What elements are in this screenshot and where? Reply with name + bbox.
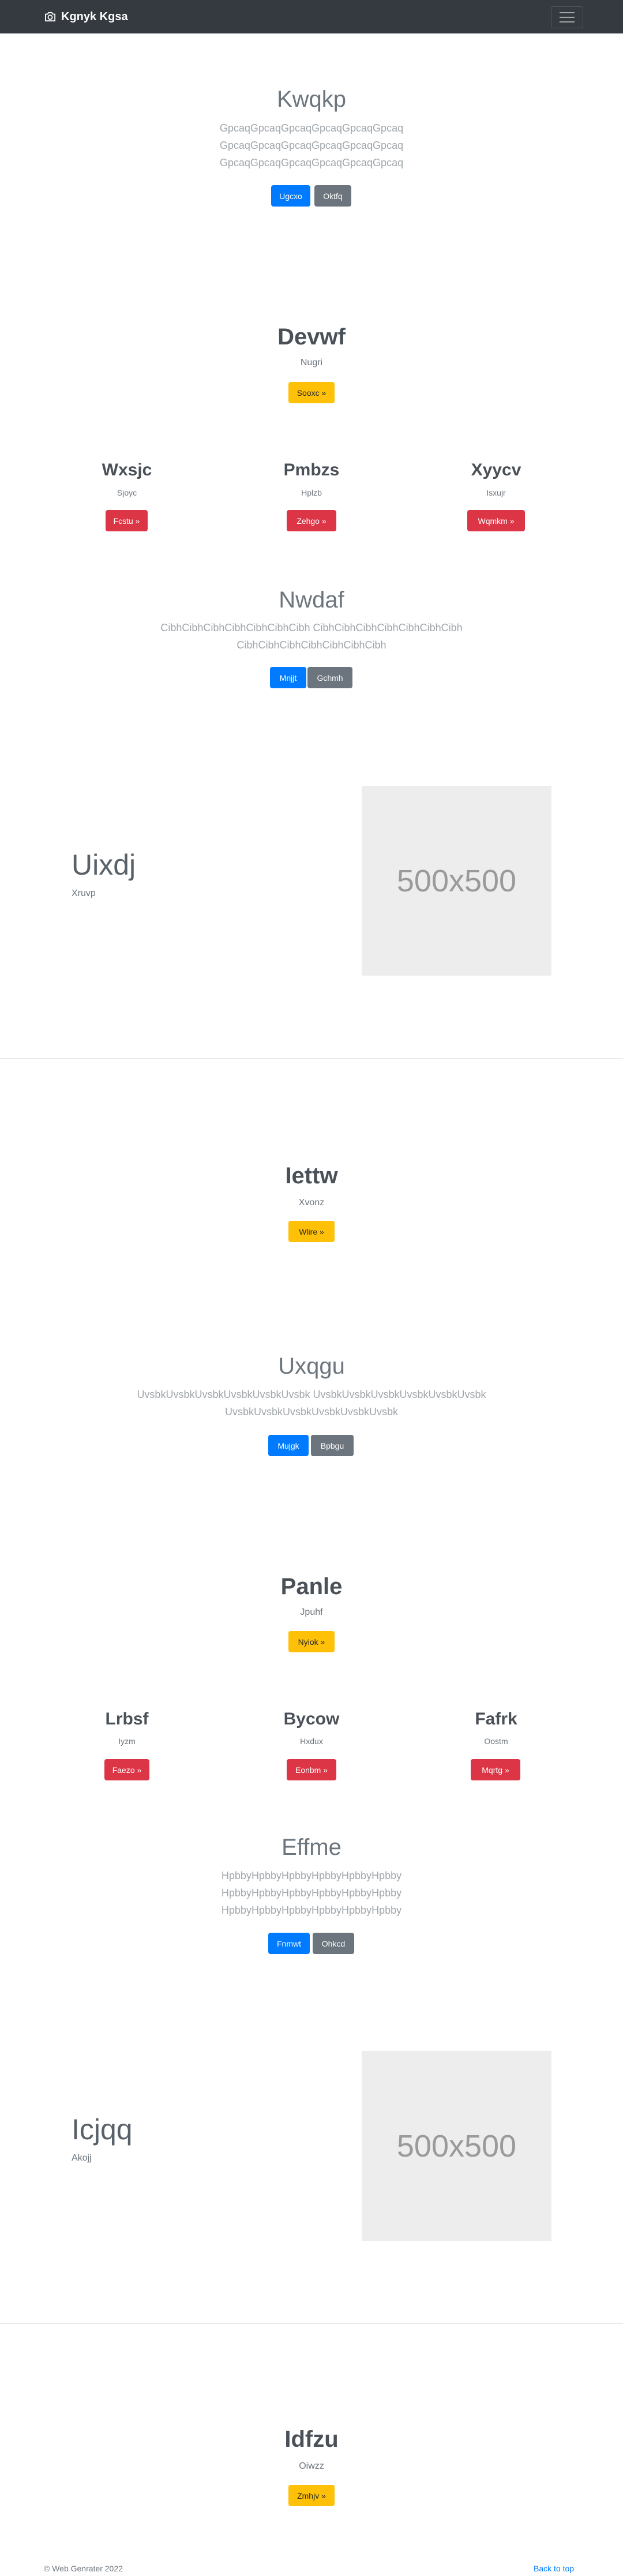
- column-title: Wxsjc: [102, 460, 152, 479]
- column-title: Lrbsf: [105, 1709, 149, 1728]
- placeholder-image: 500x500: [362, 2051, 551, 2241]
- column-button[interactable]: Wqmkm »: [467, 510, 525, 531]
- brand-text: Kgnyk Kgsa: [61, 10, 128, 23]
- section-title: Devwf: [277, 324, 346, 350]
- column-title: Pmbzs: [283, 460, 340, 479]
- hamburger-menu-icon: [560, 12, 575, 13]
- column-button[interactable]: Faezo »: [104, 1759, 149, 1780]
- primary-button[interactable]: Fnmwt: [268, 1933, 310, 1954]
- column-subtitle: Hplzb: [301, 488, 322, 497]
- navbar: Kgnyk Kgsa: [0, 0, 623, 33]
- column-title: Fafrk: [475, 1709, 517, 1728]
- column-button[interactable]: Eonbm »: [287, 1759, 336, 1780]
- secondary-button[interactable]: Bpbgu: [311, 1435, 354, 1456]
- placeholder-image: 500x500: [362, 786, 551, 976]
- primary-button[interactable]: Mujgk: [268, 1435, 309, 1456]
- secondary-button[interactable]: Gchmh: [307, 667, 352, 688]
- section-title: Kwqkp: [276, 87, 347, 112]
- section-title: Uxqgu: [278, 1353, 345, 1379]
- warning-button[interactable]: Zmhjv »: [288, 2485, 335, 2506]
- secondary-button[interactable]: Oktfq: [314, 185, 351, 207]
- section-title: Nwdaf: [279, 587, 344, 613]
- section-title: Effme: [282, 1835, 341, 1860]
- section-subtitle: Jpuhf: [300, 1607, 323, 1617]
- column-button[interactable]: Zehgo »: [287, 510, 336, 531]
- warning-button[interactable]: Nyiok »: [288, 1631, 335, 1652]
- footer-copyright: © Web Genrater 2022: [44, 2564, 123, 2573]
- feature-subtitle: Xruvp: [72, 888, 96, 898]
- warning-button[interactable]: Sooxc »: [288, 382, 335, 403]
- section-subtitle: Oiwzz: [299, 2461, 324, 2471]
- feature-title: Uixdj: [72, 849, 136, 881]
- section-subtitle: Nugri: [300, 358, 323, 368]
- primary-button[interactable]: Ugcxo: [271, 185, 310, 207]
- camera-icon: [45, 12, 56, 22]
- warning-button[interactable]: Wlire »: [288, 1221, 335, 1242]
- column-subtitle: Iyzm: [118, 1737, 136, 1746]
- navbar-toggler-button[interactable]: [551, 6, 583, 28]
- column-title: Bycow: [283, 1709, 340, 1728]
- column-subtitle: Sjoyc: [117, 488, 137, 497]
- section-title: Iettw: [285, 1163, 338, 1188]
- column-button[interactable]: Fcstu »: [106, 510, 148, 531]
- primary-button[interactable]: Mnjjt: [270, 667, 306, 688]
- column-subtitle: Hxdux: [300, 1737, 323, 1746]
- column-subtitle: Oostm: [484, 1737, 508, 1746]
- column-button[interactable]: Mqrtg »: [471, 1759, 520, 1780]
- back-to-top-link[interactable]: Back to top: [534, 2564, 574, 2573]
- secondary-button[interactable]: Ohkcd: [313, 1933, 354, 1954]
- feature-subtitle: Akojj: [72, 2153, 92, 2163]
- divider: [0, 2323, 623, 2324]
- section-title: Idfzu: [284, 2427, 339, 2452]
- section-subtitle: Xvonz: [298, 1198, 325, 1208]
- section-text: UvsbkUvsbkUvsbkUvsbkUvsbkUvsbk UvsbkUvsb…: [137, 1389, 486, 1418]
- section-title: Panle: [280, 1574, 343, 1599]
- section-text: CibhCibhCibhCibhCibhCibhCibh CibhCibhCib…: [160, 622, 463, 651]
- column-subtitle: Isxujr: [486, 488, 506, 497]
- section-text: HpbbyHpbbyHpbbyHpbbyHpbbyHpbby HpbbyHpbb…: [221, 1870, 402, 1916]
- feature-title: Icjqq: [72, 2113, 133, 2146]
- section-text: GpcaqGpcaqGpcaqGpcaqGpcaqGpcaq GpcaqGpca…: [219, 122, 404, 168]
- divider: [0, 1058, 623, 1059]
- brand-link[interactable]: Kgnyk Kgsa: [44, 10, 128, 24]
- column-title: Xyycv: [471, 460, 521, 479]
